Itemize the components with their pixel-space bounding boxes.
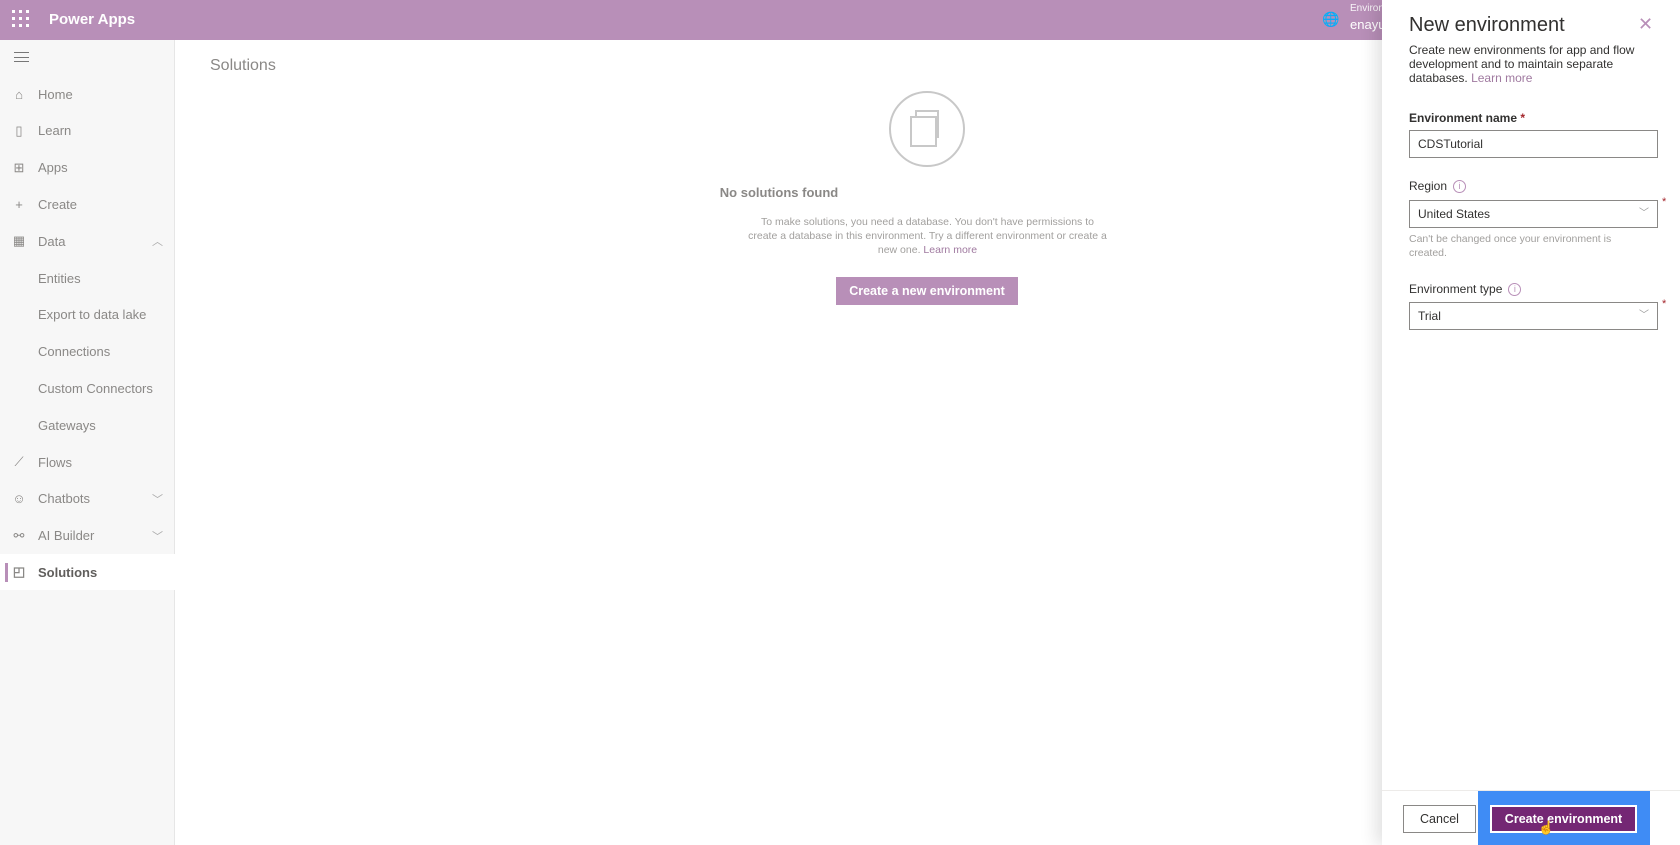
sidebar-item-label: Data — [38, 233, 66, 249]
sidebar-item-label: Create — [38, 196, 78, 212]
learn-more-link[interactable]: Learn more — [923, 244, 977, 256]
required-mark: * — [1662, 298, 1667, 310]
panel-title: New environment — [1409, 14, 1565, 36]
region-select[interactable]: United States ﹀ — [1409, 200, 1658, 228]
sidebar-item-learn[interactable]: ▯ Learn — [0, 113, 175, 149]
sidebar-item-label: Gateways — [38, 417, 96, 433]
environment-name[interactable]: enayu — [1350, 17, 1385, 32]
app-name[interactable]: Power Apps — [49, 11, 135, 28]
empty-title: No solutions found — [719, 185, 839, 200]
environment-label: Environ — [1350, 3, 1384, 14]
environment-name-label: Environment name * — [1409, 111, 1525, 125]
empty-solutions-icon — [889, 91, 965, 167]
empty-description: To make solutions, you need a database. … — [745, 215, 1110, 257]
hamburger-icon[interactable] — [14, 52, 29, 62]
sidebar-item-data[interactable]: ▦ Data ︿ — [0, 223, 175, 259]
sidebar-item-label: Solutions — [38, 564, 98, 580]
environment-name-input[interactable]: CDSTutorial — [1409, 130, 1658, 158]
environment-name-label-text: Environment name — [1409, 111, 1518, 125]
sidebar-item-export-to-data-lake[interactable]: Export to data lake — [0, 297, 175, 333]
region-label: Region i — [1409, 179, 1467, 194]
sidebar-item-create[interactable]: + Create — [0, 186, 175, 222]
page-title: Solutions — [210, 57, 276, 74]
required-mark: * — [1520, 111, 1526, 125]
info-icon[interactable]: i — [1453, 180, 1467, 194]
chevron-down-icon[interactable]: ﹀ — [152, 491, 163, 507]
region-help-text: Can't be changed once your environment i… — [1409, 233, 1612, 259]
sidebar-item-entities[interactable]: Entities — [0, 260, 175, 296]
ai-icon: ⚯ — [13, 527, 25, 543]
sidebar-item-flows[interactable]: ⟋ Flows — [0, 444, 175, 480]
sidebar-item-label: Apps — [38, 160, 68, 176]
sidebar: ⌂ Home ▯ Learn ⊞ Apps + Create ▦ Data ︿ Entities Exp… — [0, 40, 175, 845]
sidebar-item-label: AI Builder — [38, 528, 95, 544]
table-icon: ▦ — [12, 233, 26, 249]
sidebar-item-home[interactable]: ⌂ Home — [0, 76, 175, 112]
sidebar-item-label: Entities — [38, 270, 81, 286]
sidebar-item-chatbots[interactable]: ☺ Chatbots ﹀ — [0, 481, 175, 517]
region-label-text: Region — [1409, 179, 1448, 193]
solutions-icon: ◰ — [12, 564, 26, 580]
sidebar-item-custom-connectors[interactable]: Custom Connectors — [0, 370, 175, 406]
chevron-down-icon: ﹀ — [1639, 208, 1649, 219]
environment-type-value: Trial — [1418, 309, 1441, 323]
region-value: United States — [1418, 207, 1491, 221]
environment-icon: 🌐 — [1322, 11, 1340, 27]
chevron-up-icon[interactable]: ︿ — [152, 233, 163, 249]
home-icon: ⌂ — [15, 86, 23, 102]
sidebar-item-apps[interactable]: ⊞ Apps — [0, 150, 175, 186]
environment-type-label: Environment type i — [1409, 282, 1522, 297]
required-mark: * — [1662, 196, 1667, 208]
panel-learn-more-link[interactable]: Learn more — [1471, 71, 1532, 85]
sidebar-item-solutions[interactable]: ◰ Solutions — [0, 554, 175, 591]
sidebar-item-connections[interactable]: Connections — [0, 334, 175, 370]
environment-type-select[interactable]: Trial ﹀ — [1409, 302, 1658, 330]
environment-type-label-text: Environment type — [1409, 282, 1503, 296]
sidebar-item-label: Home — [38, 86, 73, 102]
sidebar-item-label: Flows — [38, 454, 72, 470]
app-launcher-icon[interactable] — [12, 10, 30, 28]
cancel-button[interactable]: Cancel — [1403, 805, 1476, 833]
book-icon: ▯ — [15, 122, 23, 138]
sidebar-item-label: Export to data lake — [38, 307, 147, 323]
sidebar-item-label: Connections — [38, 344, 111, 360]
sidebar-item-ai-builder[interactable]: ⚯ AI Builder ﹀ — [0, 518, 175, 554]
chevron-down-icon[interactable]: ﹀ — [152, 528, 163, 544]
create-environment-button[interactable]: Create environment — [1490, 805, 1637, 833]
new-environment-panel: New environment ✕ Create new environment… — [1382, 0, 1680, 845]
sidebar-item-label: Chatbots — [38, 491, 91, 507]
plus-icon: + — [15, 196, 23, 212]
sidebar-item-label: Custom Connectors — [38, 380, 153, 396]
create-new-environment-button[interactable]: Create a new environment — [836, 277, 1018, 305]
apps-icon: ⊞ — [13, 159, 25, 175]
info-icon[interactable]: i — [1508, 283, 1522, 297]
hand-cursor-icon: ☝ — [1538, 820, 1555, 835]
chevron-down-icon: ﹀ — [1639, 310, 1649, 321]
bot-icon: ☺ — [12, 491, 26, 507]
sidebar-item-gateways[interactable]: Gateways — [0, 407, 175, 443]
sidebar-item-label: Learn — [38, 123, 72, 139]
panel-description: Create new environments for app and flow… — [1409, 43, 1659, 85]
close-icon[interactable]: ✕ — [1638, 14, 1653, 35]
main-content: Solutions — [176, 40, 1382, 845]
flow-icon: ⟋ — [14, 454, 24, 469]
